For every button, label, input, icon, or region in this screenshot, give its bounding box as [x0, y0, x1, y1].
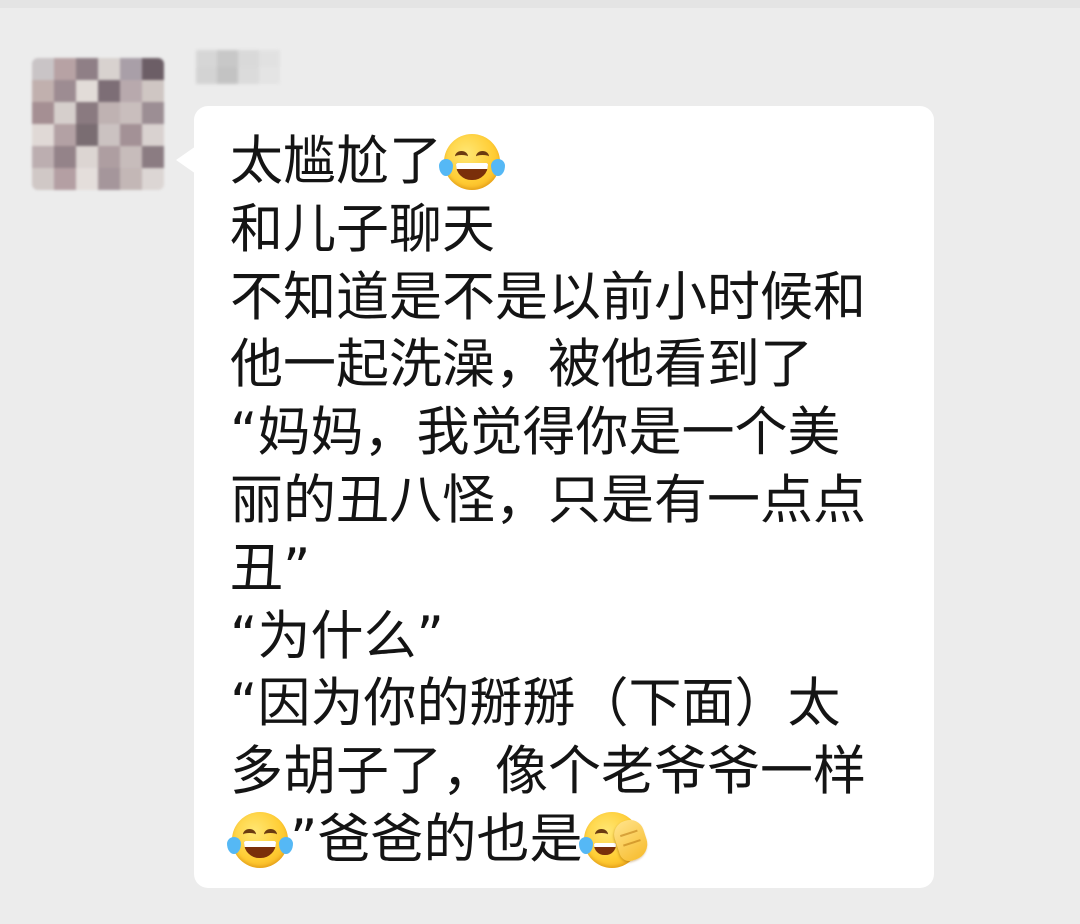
avatar[interactable] [32, 58, 164, 190]
message-text-segment: “为什么” [230, 605, 444, 667]
message-text-segment: 不知道是不是以前小时候和 [230, 266, 866, 328]
message-line: “为什么” [230, 603, 920, 671]
message-text-segment: 他一起洗澡，被他看到了 [230, 334, 813, 396]
message-text-segment: 丽的丑八怪，只是有一点点 [230, 469, 866, 531]
message-line: ”爸爸的也是 [227, 806, 920, 874]
message-text-segment: 多胡子了，像个老爷爷一样 [230, 741, 866, 803]
message-line: 他一起洗澡，被他看到了 [230, 331, 920, 399]
message-line: 丽的丑八怪，只是有一点点 [230, 467, 920, 535]
message-text: 太尴尬了 和儿子聊天 不知道是不是以前小时候和 他一起洗澡，被他看到了 “妈妈，我觉得你… [227, 128, 920, 874]
message-line: “妈妈，我觉得你是一个美 [230, 399, 920, 467]
message-text-segment: ”爸爸的也是 [290, 808, 583, 870]
message-line: “因为你的掰掰（下面）太 [230, 670, 920, 738]
top-divider [0, 0, 1080, 8]
facepalm-icon [579, 811, 652, 868]
message-text-segment: “因为你的掰掰（下面）太 [230, 673, 841, 735]
message-line: 多胡子了，像个老爷爷一样 [230, 738, 920, 806]
message-text-segment: “妈妈，我觉得你是一个美 [230, 402, 841, 464]
message-line: 不知道是不是以前小时候和 [230, 264, 920, 332]
message-text-segment: 丑” [230, 537, 311, 599]
face-with-tears-of-joy-icon [227, 811, 293, 868]
sender-name [196, 50, 280, 84]
message-bubble-tail [176, 146, 196, 174]
face-with-tears-of-joy-icon [439, 133, 505, 190]
message-text-segment: 和儿子聊天 [230, 198, 495, 260]
message-text-segment: 太尴尬了 [230, 131, 442, 192]
message-line: 太尴尬了 [230, 128, 920, 196]
message-line: 丑” [230, 535, 920, 603]
message-line: 和儿子聊天 [230, 196, 920, 264]
